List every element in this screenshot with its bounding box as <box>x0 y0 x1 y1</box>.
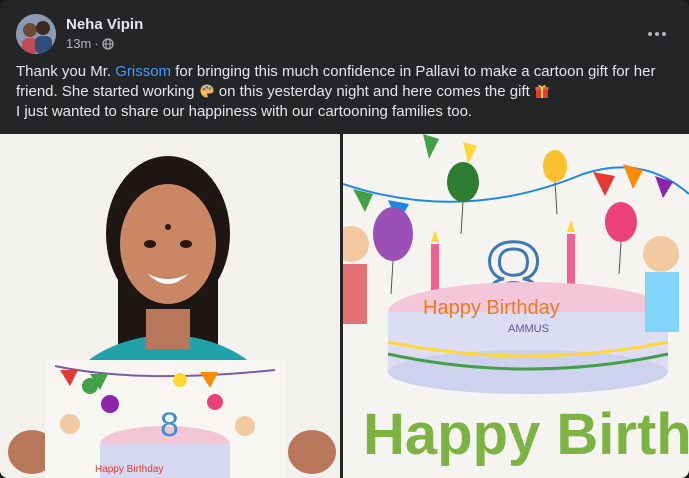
dot-separator: · <box>94 36 99 51</box>
drawing-banner-text: Happy Birthday <box>363 402 689 467</box>
post-timestamp[interactable]: 13m <box>66 35 91 53</box>
palette-emoji <box>200 84 214 98</box>
gift-emoji <box>535 85 549 98</box>
more-options-icon[interactable] <box>641 18 673 50</box>
photo-birthday-drawing[interactable]: 8 Happy Birthday AMMUS Happy Birth <box>343 134 689 478</box>
photo-gallery: 8 Happy Birthday 8 Happy Birthday AMMUS … <box>0 134 689 478</box>
author-name[interactable]: Neha Vipin <box>66 15 143 35</box>
post-header: Neha Vipin 13m · <box>16 12 673 56</box>
svg-text:8: 8 <box>160 406 179 444</box>
post-text: Thank you Mr. Grissom for bringing this … <box>16 62 675 122</box>
post-text-part3: on this yesterday night and here comes t… <box>214 83 534 100</box>
photo-girl-with-drawing[interactable]: 8 Happy Birthday <box>0 134 340 478</box>
post-text-line2: I just wanted to share our happiness wit… <box>16 103 473 120</box>
globe-icon[interactable] <box>102 38 114 50</box>
post-subline: 13m · <box>66 35 143 53</box>
post-meta: Neha Vipin 13m · <box>66 15 143 53</box>
author-avatar[interactable] <box>16 14 56 54</box>
mention-link[interactable]: Grissom <box>115 63 171 80</box>
svg-text:Happy Birthday: Happy Birthday <box>95 464 163 475</box>
cake-name: AMMUS <box>508 323 549 335</box>
post-card: Neha Vipin 13m · Thank you Mr. Grissom f… <box>0 0 689 478</box>
post-text-part1: Thank you Mr. <box>16 63 116 80</box>
cake-text: Happy Birthday <box>423 297 560 319</box>
